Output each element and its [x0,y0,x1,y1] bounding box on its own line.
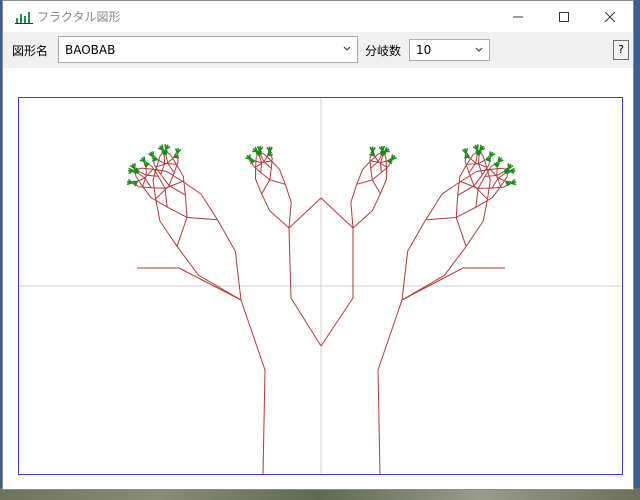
title-bar[interactable]: フラクタル図形 [3,1,633,32]
branch-segment [425,181,461,221]
branch-select-value: 10 [416,43,432,57]
minimize-icon [513,16,523,17]
trunk-left-outline [137,267,266,474]
fractal-canvas[interactable] [18,97,623,475]
branch-segment [352,193,381,229]
leaf-tip [133,163,136,169]
shape-select[interactable]: BAOBAB [58,36,358,63]
toolbar: 図形名 BAOBAB 分岐数 10 ? [3,32,633,68]
fractal-drawing [19,98,622,474]
branch-segment [152,166,158,200]
branch-segment [176,246,242,301]
shape-label: 図形名 [12,44,49,58]
minimize-button[interactable] [495,1,541,32]
branch-segment [370,168,381,194]
chevron-down-icon [475,47,483,52]
leaf-tip [165,149,168,155]
leaf-tip [267,153,273,157]
fractal-branches [131,148,512,474]
branch-segment [166,206,218,221]
branch-select[interactable]: 10 [409,39,490,61]
close-button[interactable] [587,1,633,32]
branch-segment [401,246,467,301]
app-icon [15,12,33,24]
branch-segment [176,195,188,247]
leaf-tip [132,180,138,183]
leaf-tip [151,151,155,157]
branch-segment [182,180,218,221]
leaf-tip [465,148,469,154]
drawing-area [3,68,633,489]
close-icon [605,11,615,22]
app-window: フラクタル図形 図形名 BAOBAB 分岐数 10 ? [2,0,634,490]
branch-segment [425,206,477,221]
branch-segment [486,166,491,200]
maximize-button[interactable] [541,1,587,32]
trunk-right-outline [377,267,505,474]
branch-segment [455,195,467,247]
leaf-tip [381,145,386,152]
help-button[interactable]: ? [613,40,629,60]
leaf-tip [161,144,164,150]
branch-label: 分岐数 [365,44,402,58]
window-title: フラクタル図形 [37,10,121,24]
maximize-icon [559,11,569,22]
branch-segment [261,168,272,194]
chevron-down-icon [343,46,351,51]
branch-segment [284,184,292,229]
fractal-leaves [126,144,517,187]
leaf-tip [511,182,517,186]
leaf-tip [143,156,146,162]
branch-segment [350,184,358,229]
leaf-tip [496,161,500,168]
branch-segment [261,193,290,229]
shape-select-value: BAOBAB [65,43,116,57]
leaf-tip [248,154,251,160]
